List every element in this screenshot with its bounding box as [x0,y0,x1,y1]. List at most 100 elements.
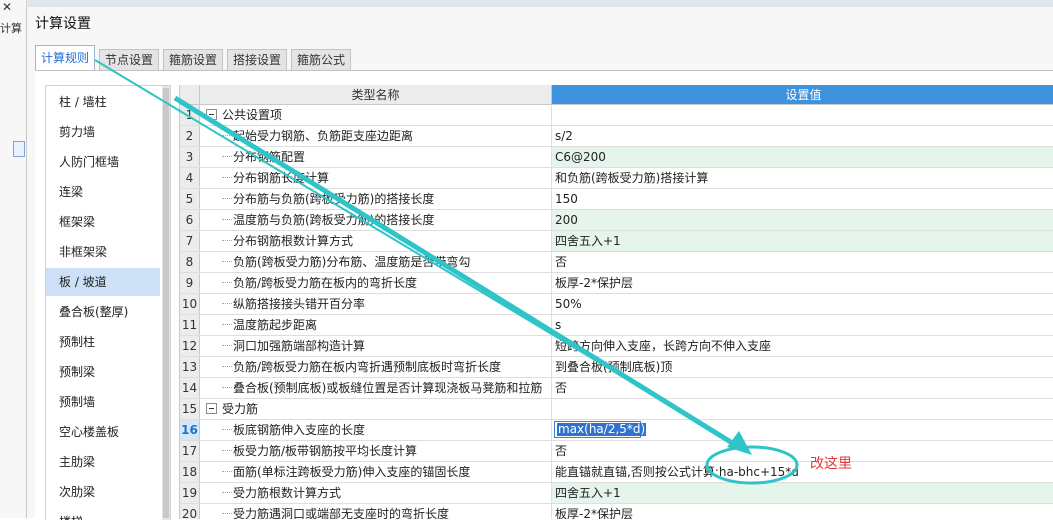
category-item[interactable]: 人防门框墙 [46,148,160,176]
category-item[interactable]: 次肋梁 [46,478,160,506]
table-row[interactable]: 17 板受力筋/板带钢筋按平均长度计算 否 [180,441,1053,462]
category-item[interactable]: 预制墙 [46,388,160,416]
row-value[interactable] [552,105,1053,125]
row-number: 10 [180,294,200,314]
row-name: 负筋/跨板受力筋在板内的弯折长度 [233,276,418,290]
row-value[interactable]: 板厚-2*保护层 [552,504,1053,519]
table-row-selected[interactable]: 16 板底钢筋伸入支座的长度 max(ha/2,5*d) [180,420,1053,441]
row-value[interactable]: 150 [552,189,1053,209]
table-row[interactable]: 4 分布钢筋长度计算 和负筋(跨板受力筋)搭接计算 [180,168,1053,189]
row-value[interactable]: s [552,315,1053,335]
row-number: 15 [180,399,200,419]
category-item[interactable]: 非框架梁 [46,238,160,266]
tree-line [222,135,232,136]
table-row[interactable]: 19 受力筋根数计算方式 四舍五入+1 [180,483,1053,504]
row-value[interactable]: 50% [552,294,1053,314]
row-value[interactable]: 到叠合板(预制底板)顶 [552,357,1053,377]
row-value[interactable]: 200 [552,210,1053,230]
category-item[interactable]: 预制梁 [46,358,160,386]
row-value[interactable]: s/2 [552,126,1053,146]
category-item[interactable]: 主肋梁 [46,448,160,476]
table-row-group[interactable]: 15 受力筋 [180,399,1053,420]
row-name: 受力筋根数计算方式 [233,486,342,500]
category-item[interactable]: 剪力墙 [46,118,160,146]
row-number: 12 [180,336,200,356]
table-row[interactable]: 9 负筋/跨板受力筋在板内的弯折长度 板厚-2*保护层 [180,273,1053,294]
row-number: 19 [180,483,200,503]
row-value[interactable]: C6@200 [552,147,1053,167]
table-row[interactable]: 13 负筋/跨板受力筋在板内弯折遇预制底板时弯折长度 到叠合板(预制底板)顶 [180,357,1053,378]
row-value[interactable]: 和负筋(跨板受力筋)搭接计算 [552,168,1053,188]
background-left-label: 计算 [0,22,22,35]
table-row[interactable]: 12 洞口加强筋端部构造计算 短跨方向伸入支座，长跨方向不伸入支座 [180,336,1053,357]
table-row[interactable]: 8 负筋(跨板受力筋)分布筋、温度筋是否带弯勾 否 [180,252,1053,273]
table-row[interactable]: 10 纵筋搭接接头错开百分率 50% [180,294,1053,315]
scrollbar-thumb[interactable] [163,88,169,518]
category-item[interactable]: 楼梯 [46,508,160,520]
row-value[interactable]: 否 [552,252,1053,272]
tree-line [222,240,232,241]
table-row[interactable]: 14 叠合板(预制底板)或板缝位置是否计算现浇板马凳筋和拉筋 否 [180,378,1053,399]
table-row[interactable]: 20 受力筋遇洞口或端部无支座时的弯折长度 板厚-2*保护层 [180,504,1053,519]
table-row[interactable]: 18 面筋(单标注跨板受力筋)伸入支座的锚固长度 能直锚就直锚,否则按公式计算:… [180,462,1053,483]
table-row[interactable]: 3 分布钢筋配置 C6@200 [180,147,1053,168]
row-name-cell: 分布筋与负筋(跨板受力筋)的搭接长度 [200,189,552,209]
table-row-group[interactable]: 1 公共设置项 [180,105,1053,126]
category-item[interactable]: 连梁 [46,178,160,206]
tab-node-settings[interactable]: 节点设置 [99,49,160,70]
row-name: 分布钢筋长度计算 [233,171,330,185]
row-name-cell: 分布钢筋长度计算 [200,168,552,188]
row-value[interactable] [552,399,1053,419]
tab-stirrup-formula[interactable]: 箍筋公式 [291,49,352,70]
background-grid-icon [13,141,25,157]
tree-line [222,198,232,199]
category-scrollbar[interactable] [162,86,170,520]
category-item[interactable]: 框架梁 [46,208,160,236]
tab-calc-rules[interactable]: 计算规则 [35,45,96,71]
collapse-toggle-icon[interactable] [206,403,217,414]
row-name-cell: 负筋(跨板受力筋)分布筋、温度筋是否带弯勾 [200,252,552,272]
category-item[interactable]: 柱 / 墙柱 [46,88,160,116]
tree-line [222,219,232,220]
row-value[interactable]: 四舍五入+1 [552,231,1053,251]
tab-lap-settings[interactable]: 搭接设置 [227,49,288,70]
tab-content: 柱 / 墙柱 剪力墙 人防门框墙 连梁 框架梁 非框架梁 板 / 坡道 叠合板(… [35,70,1053,520]
row-value[interactable]: 能直锚就直锚,否则按公式计算:ha-bhc+15*d [552,462,1053,482]
table-row[interactable]: 7 分布钢筋根数计算方式 四舍五入+1 [180,231,1053,252]
collapse-toggle-icon[interactable] [206,109,217,120]
row-number: 18 [180,462,200,482]
row-value[interactable]: 四舍五入+1 [552,483,1053,503]
selected-value-text[interactable]: max(ha/2,5*d) [557,423,647,436]
category-list: 柱 / 墙柱 剪力墙 人防门框墙 连梁 框架梁 非框架梁 板 / 坡道 叠合板(… [45,85,171,520]
dialog-title: 计算设置 [35,16,91,32]
value-edit-input[interactable]: max(ha/2,5*d) [554,421,647,438]
row-number: 7 [180,231,200,251]
category-item[interactable]: 叠合板(整厚) [46,298,160,326]
table-row[interactable]: 5 分布筋与负筋(跨板受力筋)的搭接长度 150 [180,189,1053,210]
row-value[interactable]: 短跨方向伸入支座，长跨方向不伸入支座 [552,336,1053,356]
table-row[interactable]: 6 温度筋与负筋(跨板受力筋)的搭接长度 200 [180,210,1053,231]
category-item-selected[interactable]: 板 / 坡道 [46,268,160,296]
row-name-cell: 板底钢筋伸入支座的长度 [200,420,552,440]
tree-line [222,261,232,262]
row-value[interactable]: 否 [552,441,1053,461]
table-row[interactable]: 11 温度筋起步距离 s [180,315,1053,336]
tree-line [222,303,232,304]
row-value[interactable]: 否 [552,378,1053,398]
row-name: 负筋(跨板受力筋)分布筋、温度筋是否带弯勾 [233,255,471,269]
row-number: 6 [180,210,200,230]
tab-stirrup-settings[interactable]: 箍筋设置 [163,49,224,70]
row-name-cell: 温度筋与负筋(跨板受力筋)的搭接长度 [200,210,552,230]
row-name: 分布钢筋根数计算方式 [233,234,354,248]
tree-line [222,471,232,472]
background-close-icon[interactable]: ✕ [2,0,12,14]
table-row[interactable]: 2 起始受力钢筋、负筋距支座边距离 s/2 [180,126,1053,147]
background-left-panel: ✕ 计算 [0,0,27,518]
row-value[interactable]: 板厚-2*保护层 [552,273,1053,293]
row-name-cell: 分布钢筋配置 [200,147,552,167]
row-number: 1 [180,105,200,125]
row-name-cell: 温度筋起步距离 [200,315,552,335]
category-item[interactable]: 预制柱 [46,328,160,356]
row-number: 8 [180,252,200,272]
category-item[interactable]: 空心楼盖板 [46,418,160,446]
